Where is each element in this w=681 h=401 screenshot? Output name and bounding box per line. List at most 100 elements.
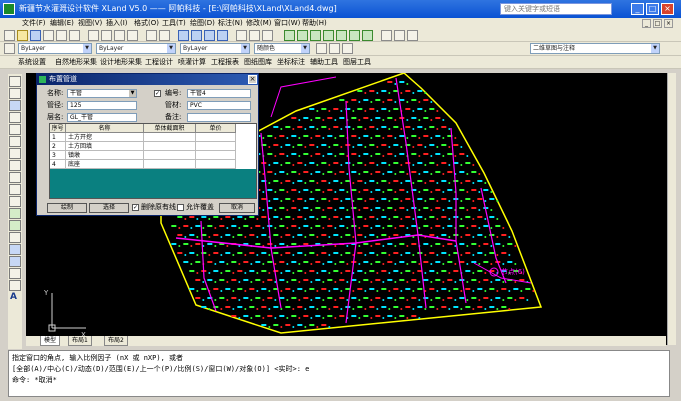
menu-help[interactable]: 帮助(H) bbox=[302, 18, 327, 29]
insert-block-icon[interactable] bbox=[9, 208, 21, 219]
menu-layer-tools[interactable]: 图层工具 bbox=[343, 57, 371, 67]
print-icon[interactable] bbox=[43, 30, 54, 41]
tool-palettes-icon[interactable] bbox=[262, 30, 273, 41]
rectangle-icon[interactable] bbox=[9, 124, 21, 135]
menu-draw[interactable]: 绘图(D) bbox=[190, 18, 215, 29]
circle-icon[interactable] bbox=[9, 148, 21, 159]
mdi-maximize-button[interactable]: □ bbox=[653, 19, 662, 28]
dim-style-icon[interactable] bbox=[329, 43, 340, 54]
layer-manager-icon[interactable] bbox=[381, 30, 392, 41]
undo-icon[interactable] bbox=[146, 30, 157, 41]
point-icon[interactable] bbox=[9, 232, 21, 243]
zoom-out-icon[interactable] bbox=[297, 30, 308, 41]
table-style-icon[interactable] bbox=[342, 43, 353, 54]
delete-existing-checkbox[interactable]: ✓ bbox=[132, 204, 139, 211]
open-file-icon[interactable] bbox=[17, 30, 28, 41]
remark-input[interactable] bbox=[187, 113, 251, 122]
make-block-icon[interactable] bbox=[9, 220, 21, 231]
dialog-close-button[interactable]: × bbox=[248, 75, 257, 84]
table-cell[interactable] bbox=[144, 160, 196, 169]
zoom-object-icon[interactable] bbox=[362, 30, 373, 41]
help-search-input[interactable]: 键入关键字或短语 bbox=[500, 3, 612, 15]
layer-state-icon[interactable] bbox=[407, 30, 418, 41]
allow-overlap-checkbox[interactable] bbox=[177, 204, 184, 211]
menu-insert[interactable]: 插入(I) bbox=[106, 18, 128, 29]
menu-coordinate-annotation[interactable]: 坐标标注 bbox=[277, 57, 305, 67]
polyline-icon[interactable] bbox=[9, 100, 21, 111]
menu-window[interactable]: 窗口(W) bbox=[274, 18, 300, 29]
zoom-previous-icon[interactable] bbox=[217, 30, 228, 41]
menu-tools[interactable]: 工具(T) bbox=[162, 18, 186, 29]
menu-drawing-library[interactable]: 图纸图库 bbox=[244, 57, 272, 67]
workspace-combo[interactable]: 二维草图与注释 ▼ bbox=[530, 43, 660, 54]
menu-dimension[interactable]: 标注(N) bbox=[218, 18, 243, 29]
revision-cloud-icon[interactable] bbox=[9, 160, 21, 171]
table-icon[interactable] bbox=[9, 280, 21, 291]
zoom-center-icon[interactable] bbox=[349, 30, 360, 41]
ellipse-arc-icon[interactable] bbox=[9, 196, 21, 207]
table-cell[interactable] bbox=[144, 142, 196, 151]
zoom-extents-icon[interactable] bbox=[323, 30, 334, 41]
table-cell[interactable] bbox=[196, 160, 236, 169]
print-preview-icon[interactable] bbox=[56, 30, 67, 41]
layer-name-input[interactable]: GL_干管 bbox=[67, 113, 137, 122]
new-file-icon[interactable] bbox=[4, 30, 15, 41]
menu-view[interactable]: 视图(V) bbox=[78, 18, 102, 29]
menu-modify[interactable]: 修改(M) bbox=[246, 18, 272, 29]
properties-icon[interactable] bbox=[236, 30, 247, 41]
table-cell[interactable] bbox=[144, 151, 196, 160]
copy-icon[interactable] bbox=[101, 30, 112, 41]
multiline-text-icon[interactable]: A bbox=[10, 292, 17, 302]
zoom-all-icon[interactable] bbox=[310, 30, 321, 41]
menu-edit[interactable]: 编辑(E) bbox=[50, 18, 74, 29]
menu-natural-terrain[interactable]: 自然地形采集 bbox=[55, 57, 97, 67]
pipe-diameter-input[interactable]: 125 bbox=[67, 101, 137, 110]
table-cell[interactable]: 镇墩 bbox=[66, 151, 144, 160]
menu-sprinkler-calc[interactable]: 喷灌计算 bbox=[178, 57, 206, 67]
pan-icon[interactable] bbox=[178, 30, 189, 41]
hatch-icon[interactable] bbox=[9, 244, 21, 255]
ellipse-icon[interactable] bbox=[9, 184, 21, 195]
plot-style-combo[interactable]: 随颜色 ▼ bbox=[254, 43, 310, 54]
zoom-scale-icon[interactable] bbox=[336, 30, 347, 41]
vertical-scrollbar[interactable] bbox=[667, 73, 676, 345]
number-checkbox[interactable]: ✓ bbox=[154, 90, 161, 97]
menu-engineering-design[interactable]: 工程设计 bbox=[145, 57, 173, 67]
select-button[interactable]: 选择 bbox=[89, 203, 129, 213]
name-select[interactable]: 干管 ▼ bbox=[67, 89, 137, 98]
lineweight-combo[interactable]: ByLayer ▼ bbox=[180, 43, 250, 54]
zoom-window-icon[interactable] bbox=[204, 30, 215, 41]
layer-previous-icon[interactable] bbox=[394, 30, 405, 41]
paste-icon[interactable] bbox=[114, 30, 125, 41]
text-style-icon[interactable] bbox=[316, 43, 327, 54]
table-cell[interactable]: 土方开挖 bbox=[66, 133, 144, 142]
table-cell[interactable]: 底座 bbox=[66, 160, 144, 169]
minimize-button[interactable]: _ bbox=[631, 3, 644, 15]
zoom-realtime-icon[interactable] bbox=[191, 30, 202, 41]
spline-icon[interactable] bbox=[9, 172, 21, 183]
region-icon[interactable] bbox=[9, 268, 21, 279]
mdi-minimize-button[interactable]: _ bbox=[642, 19, 651, 28]
draw-button[interactable]: 绘制 bbox=[47, 203, 87, 213]
close-button[interactable]: × bbox=[661, 3, 674, 15]
menu-auxiliary-tools[interactable]: 辅助工具 bbox=[310, 57, 338, 67]
arc-icon[interactable] bbox=[9, 136, 21, 147]
mdi-close-button[interactable]: × bbox=[664, 19, 673, 28]
design-center-icon[interactable] bbox=[249, 30, 260, 41]
gradient-icon[interactable] bbox=[9, 256, 21, 267]
layer-icon[interactable] bbox=[4, 43, 15, 54]
menu-file[interactable]: 文件(F) bbox=[22, 18, 46, 29]
menu-format[interactable]: 格式(O) bbox=[134, 18, 159, 29]
maximize-button[interactable]: □ bbox=[646, 3, 659, 15]
table-cell[interactable]: 2 bbox=[50, 142, 66, 151]
table-cell[interactable]: 3 bbox=[50, 151, 66, 160]
save-icon[interactable] bbox=[30, 30, 41, 41]
tab-layout2[interactable]: 布局2 bbox=[104, 336, 128, 346]
linetype-combo[interactable]: ByLayer ▼ bbox=[96, 43, 176, 54]
number-input[interactable]: 干管4 bbox=[187, 89, 251, 98]
redo-icon[interactable] bbox=[159, 30, 170, 41]
menu-design-terrain[interactable]: 设计地形采集 bbox=[100, 57, 142, 67]
polygon-icon[interactable] bbox=[9, 112, 21, 123]
tab-model[interactable]: 模型 bbox=[40, 336, 61, 346]
command-window[interactable]: 指定窗口的角点, 输入比例因子 (nX 或 nXP), 或者 [全部(A)/中心… bbox=[8, 350, 670, 397]
